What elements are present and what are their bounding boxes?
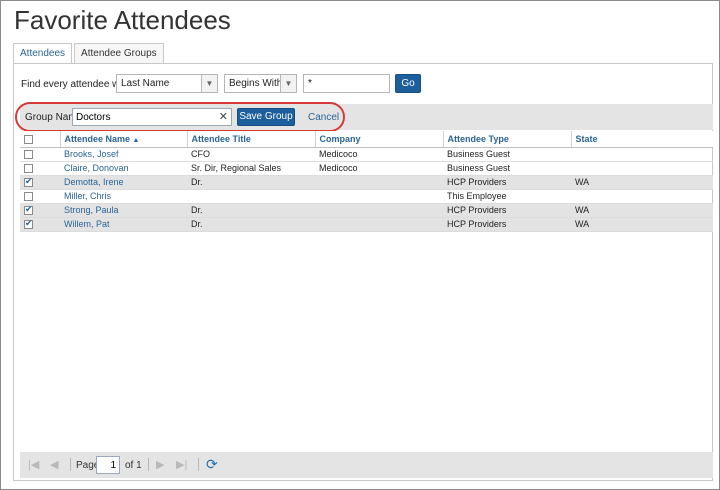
row-checkbox[interactable] <box>24 150 33 160</box>
cell-company <box>315 175 443 190</box>
tab-attendees[interactable]: Attendees <box>13 43 73 64</box>
pager-divider <box>70 458 71 471</box>
row-checkbox[interactable] <box>24 192 33 202</box>
row-select-cell <box>20 217 60 232</box>
column-header-company[interactable]: Company <box>315 131 444 148</box>
cell-type: HCP Providers <box>443 203 571 218</box>
refresh-icon[interactable]: ⟳ <box>206 456 218 473</box>
cell-company <box>315 189 443 204</box>
cell-type: Business Guest <box>443 161 571 176</box>
cell-state <box>571 189 713 204</box>
cell-title <box>187 189 315 204</box>
next-page-icon[interactable]: ▶ <box>156 458 164 471</box>
cell-title: Dr. <box>187 217 315 232</box>
chevron-down-icon[interactable]: ▼ <box>280 75 296 92</box>
table-row[interactable]: Demotta, IreneDr. HCP ProvidersWA <box>20 175 713 190</box>
first-page-icon[interactable]: |◀ <box>28 458 39 471</box>
cell-company: Medicoco <box>315 147 443 162</box>
pager-divider <box>148 458 149 471</box>
window-frame: Favorite Attendees Attendees Attendee Gr… <box>0 0 720 490</box>
sort-ascending-icon: ▲ <box>132 136 140 144</box>
row-checkbox[interactable] <box>24 176 33 188</box>
group-name-input[interactable] <box>73 109 213 125</box>
cell-type: HCP Providers <box>443 217 571 232</box>
table-row[interactable]: Strong, PaulaDr. HCP ProvidersWA <box>20 203 713 218</box>
column-header-title[interactable]: Attendee Title <box>187 131 316 148</box>
row-select-cell <box>20 161 60 176</box>
cell-name[interactable]: Willem, Pat <box>60 217 187 232</box>
table-header-row: Attendee Name ▲ Attendee Title Company A… <box>20 131 713 148</box>
operator-select[interactable]: Begins With ▼ <box>224 74 297 93</box>
chevron-down-icon[interactable]: ▼ <box>201 75 217 92</box>
table-row[interactable]: Brooks, Josef CFO Medicoco Business Guest <box>20 147 713 162</box>
save-group-button[interactable]: Save Group <box>237 108 295 126</box>
row-select-cell <box>20 147 60 162</box>
column-header-name[interactable]: Attendee Name ▲ <box>60 131 188 148</box>
group-name-bar: Group Name ✕ Save Group Cancel <box>20 104 713 130</box>
cell-name[interactable]: Demotta, Irene <box>60 175 187 190</box>
clear-icon[interactable]: ✕ <box>219 110 228 123</box>
page-title: Favorite Attendees <box>14 5 231 35</box>
cell-company <box>315 217 443 232</box>
select-all-header <box>20 131 61 148</box>
field-select-value: Last Name <box>121 78 170 89</box>
cell-company: Medicoco <box>315 161 443 176</box>
tab-attendee-groups[interactable]: Attendee Groups <box>74 43 164 64</box>
cell-company <box>315 203 443 218</box>
page-count-label: of 1 <box>125 460 142 471</box>
cell-state: WA <box>571 175 713 190</box>
attendee-groups-panel: Find every attendee where Last Name ▼ Be… <box>13 63 713 481</box>
pager-divider <box>198 458 199 471</box>
cell-type: Business Guest <box>443 147 571 162</box>
cell-name[interactable]: Strong, Paula <box>60 203 187 218</box>
group-name-field[interactable]: ✕ <box>72 108 232 126</box>
search-input[interactable] <box>303 74 390 93</box>
last-page-icon[interactable]: ▶| <box>176 458 187 471</box>
row-checkbox[interactable] <box>24 164 33 174</box>
cell-title: Dr. <box>187 203 315 218</box>
table-row[interactable]: Willem, PatDr. HCP ProvidersWA <box>20 217 713 232</box>
row-checkbox[interactable] <box>24 218 33 230</box>
cell-state <box>571 147 713 162</box>
table-row[interactable]: Claire, Donovan Sr. Dir, Regional Sales Me… <box>20 161 713 176</box>
cell-name[interactable]: Miller, Chris <box>60 189 187 204</box>
column-header-type[interactable]: Attendee Type <box>443 131 572 148</box>
table-row[interactable]: Miller, Chris This Employee <box>20 189 713 204</box>
operator-select-value: Begins With <box>229 78 283 89</box>
cell-state <box>571 161 713 176</box>
column-header-state[interactable]: State <box>571 131 713 148</box>
tab-bar: Attendees Attendee Groups <box>13 43 166 64</box>
go-button[interactable]: Go <box>395 74 421 93</box>
pagination-bar: |◀ ◀ Page of 1 ▶ ▶| ⟳ <box>20 452 713 478</box>
cell-name[interactable]: Claire, Donovan <box>60 161 187 176</box>
cell-state: WA <box>571 203 713 218</box>
cell-type: This Employee <box>443 189 571 204</box>
column-header-label: Attendee Name <box>64 133 131 144</box>
cell-type: HCP Providers <box>443 175 571 190</box>
field-select[interactable]: Last Name ▼ <box>116 74 218 93</box>
attendee-table: Attendee Name ▲ Attendee Title Company A… <box>20 131 713 232</box>
select-all-checkbox[interactable] <box>24 134 33 144</box>
page-number-input[interactable] <box>96 456 120 474</box>
row-select-cell <box>20 175 60 190</box>
prev-page-icon[interactable]: ◀ <box>50 458 58 471</box>
cell-state: WA <box>571 217 713 232</box>
row-select-cell <box>20 203 60 218</box>
row-select-cell <box>20 189 60 204</box>
row-checkbox[interactable] <box>24 204 33 216</box>
cell-title: Dr. <box>187 175 315 190</box>
cell-title: CFO <box>187 147 315 162</box>
cell-name[interactable]: Brooks, Josef <box>60 147 187 162</box>
cancel-link[interactable]: Cancel <box>308 112 339 123</box>
cell-title: Sr. Dir, Regional Sales <box>187 161 315 176</box>
